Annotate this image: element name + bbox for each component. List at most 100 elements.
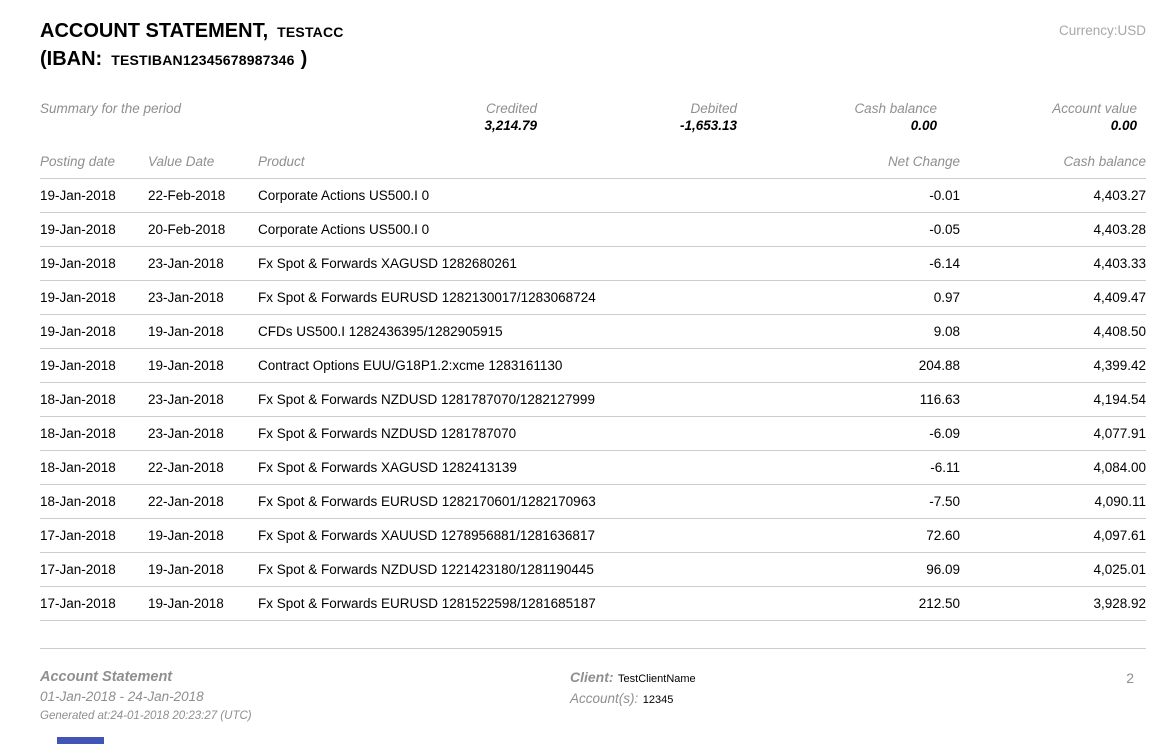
table-row: 17-Jan-201819-Jan-2018Fx Spot & Forwards… — [40, 519, 1146, 553]
client-value: TestClientName — [618, 673, 696, 685]
product-cell: CFDs US500.I 1282436395/1282905915 — [258, 324, 810, 339]
table-row: 19-Jan-201823-Jan-2018Fx Spot & Forwards… — [40, 247, 1146, 281]
product-cell: Fx Spot & Forwards XAUUSD 1278956881/128… — [258, 528, 810, 543]
product-cell: Fx Spot & Forwards EURUSD 1282130017/128… — [258, 290, 810, 305]
table-row: 17-Jan-201819-Jan-2018Fx Spot & Forwards… — [40, 587, 1146, 621]
cash-balance-cell: 4,408.50 — [960, 324, 1146, 339]
accounts-value: 12345 — [643, 694, 674, 706]
statement-table-body: 19-Jan-201822-Feb-2018Corporate Actions … — [40, 179, 1146, 621]
footer-divider — [40, 648, 1146, 649]
product-cell: Corporate Actions US500.I 0 — [258, 188, 810, 203]
net-change-cell: 96.09 — [810, 562, 960, 577]
value-date-cell: 19-Jan-2018 — [148, 358, 258, 373]
net-change-cell: 0.97 — [810, 290, 960, 305]
posting-date-cell: 19-Jan-2018 — [40, 290, 148, 305]
col-header-posting-date: Posting date — [40, 154, 148, 169]
table-row: 18-Jan-201823-Jan-2018Fx Spot & Forwards… — [40, 417, 1146, 451]
net-change-cell: 116.63 — [810, 392, 960, 407]
table-row: 19-Jan-201822-Feb-2018Corporate Actions … — [40, 179, 1146, 213]
posting-date-cell: 19-Jan-2018 — [40, 188, 148, 203]
value-date-cell: 23-Jan-2018 — [148, 256, 258, 271]
table-header-row: Posting date Value Date Product Net Chan… — [40, 154, 1146, 179]
table-row: 18-Jan-201822-Jan-2018Fx Spot & Forwards… — [40, 485, 1146, 519]
table-row: 19-Jan-201819-Jan-2018Contract Options E… — [40, 349, 1146, 383]
value-date-cell: 23-Jan-2018 — [148, 290, 258, 305]
net-change-cell: -0.01 — [810, 188, 960, 203]
summary-cash-balance: Cash balance 0.00 — [737, 100, 937, 135]
summary-account-value: Account value 0.00 — [937, 100, 1137, 135]
table-row: 18-Jan-201822-Jan-2018Fx Spot & Forwards… — [40, 451, 1146, 485]
table-row: 17-Jan-201819-Jan-2018Fx Spot & Forwards… — [40, 553, 1146, 587]
value-date-cell: 22-Feb-2018 — [148, 188, 258, 203]
table-row: 19-Jan-201819-Jan-2018CFDs US500.I 12824… — [40, 315, 1146, 349]
value-date-cell: 19-Jan-2018 — [148, 596, 258, 611]
net-change-cell: 212.50 — [810, 596, 960, 611]
iban-label: (IBAN: — [40, 48, 102, 70]
summary-cash-balance-value: 0.00 — [737, 117, 937, 135]
account-name: TESTACC — [277, 24, 343, 40]
summary-debited-label: Debited — [537, 100, 737, 117]
cash-balance-cell: 4,403.28 — [960, 222, 1146, 237]
cash-balance-cell: 3,928.92 — [960, 596, 1146, 611]
cash-balance-cell: 4,403.27 — [960, 188, 1146, 203]
col-header-cash-balance: Cash balance — [960, 154, 1146, 169]
statement-header: ACCOUNT STATEMENT, TESTACC (IBAN: TESTIBAN… — [40, 18, 1146, 74]
posting-date-cell: 18-Jan-2018 — [40, 392, 148, 407]
net-change-cell: -0.05 — [810, 222, 960, 237]
net-change-cell: 204.88 — [810, 358, 960, 373]
statement-footer: Account Statement 01-Jan-2018 - 24-Jan-2… — [40, 668, 1146, 724]
posting-date-cell: 19-Jan-2018 — [40, 256, 148, 271]
product-cell: Fx Spot & Forwards NZDUSD 1281787070/128… — [258, 392, 810, 407]
summary-credited: Credited 3,214.79 — [337, 100, 537, 135]
summary-cash-balance-label: Cash balance — [737, 100, 937, 117]
page-title: ACCOUNT STATEMENT, — [40, 20, 268, 42]
value-date-cell: 19-Jan-2018 — [148, 528, 258, 543]
cash-balance-cell: 4,090.11 — [960, 494, 1146, 509]
value-date-cell: 22-Jan-2018 — [148, 494, 258, 509]
cash-balance-cell: 4,097.61 — [960, 528, 1146, 543]
product-cell: Fx Spot & Forwards XAGUSD 1282680261 — [258, 256, 810, 271]
summary-period-label: Summary for the period — [40, 100, 337, 116]
footer-generated-at: Generated at:24-01-2018 20:23:27 (UTC) — [40, 708, 570, 724]
posting-date-cell: 19-Jan-2018 — [40, 222, 148, 237]
value-date-cell: 20-Feb-2018 — [148, 222, 258, 237]
net-change-cell: 9.08 — [810, 324, 960, 339]
footer-doc-title: Account Statement — [40, 668, 570, 686]
posting-date-cell: 19-Jan-2018 — [40, 358, 148, 373]
value-date-cell: 23-Jan-2018 — [148, 392, 258, 407]
value-date-cell: 23-Jan-2018 — [148, 426, 258, 441]
net-change-cell: -6.11 — [810, 460, 960, 475]
posting-date-cell: 18-Jan-2018 — [40, 460, 148, 475]
iban-value: TESTIBAN12345678987346 — [111, 52, 294, 68]
table-row: 18-Jan-201823-Jan-2018Fx Spot & Forwards… — [40, 383, 1146, 417]
account-statement-page: ACCOUNT STATEMENT, TESTACC (IBAN: TESTIBAN… — [0, 0, 1173, 744]
summary-row: Summary for the period Credited 3,214.79… — [40, 100, 1146, 135]
cash-balance-cell: 4,084.00 — [960, 460, 1146, 475]
posting-date-cell: 17-Jan-2018 — [40, 596, 148, 611]
product-cell: Fx Spot & Forwards NZDUSD 1221423180/128… — [258, 562, 810, 577]
currency-label: Currency:USD — [1059, 18, 1146, 38]
summary-debited-value: -1,653.13 — [537, 117, 737, 135]
net-change-cell: -6.09 — [810, 426, 960, 441]
cash-balance-cell: 4,077.91 — [960, 426, 1146, 441]
summary-credited-label: Credited — [337, 100, 537, 117]
footer-accent-bar — [57, 737, 104, 744]
iban-close-paren: ) — [301, 48, 308, 70]
posting-date-cell: 19-Jan-2018 — [40, 324, 148, 339]
product-cell: Corporate Actions US500.I 0 — [258, 222, 810, 237]
accounts-label: Account(s): — [570, 691, 638, 706]
value-date-cell: 19-Jan-2018 — [148, 324, 258, 339]
product-cell: Fx Spot & Forwards EURUSD 1281522598/128… — [258, 596, 810, 611]
footer-period: 01-Jan-2018 - 24-Jan-2018 — [40, 688, 570, 706]
posting-date-cell: 18-Jan-2018 — [40, 494, 148, 509]
footer-left-block: Account Statement 01-Jan-2018 - 24-Jan-2… — [40, 668, 570, 724]
net-change-cell: -6.14 — [810, 256, 960, 271]
product-cell: Fx Spot & Forwards XAGUSD 1282413139 — [258, 460, 810, 475]
col-header-product: Product — [258, 154, 810, 169]
posting-date-cell: 18-Jan-2018 — [40, 426, 148, 441]
summary-account-value-label: Account value — [937, 100, 1137, 117]
product-cell: Fx Spot & Forwards EURUSD 1282170601/128… — [258, 494, 810, 509]
net-change-cell: 72.60 — [810, 528, 960, 543]
page-number: 2 — [1090, 668, 1146, 724]
table-row: 19-Jan-201820-Feb-2018Corporate Actions … — [40, 213, 1146, 247]
